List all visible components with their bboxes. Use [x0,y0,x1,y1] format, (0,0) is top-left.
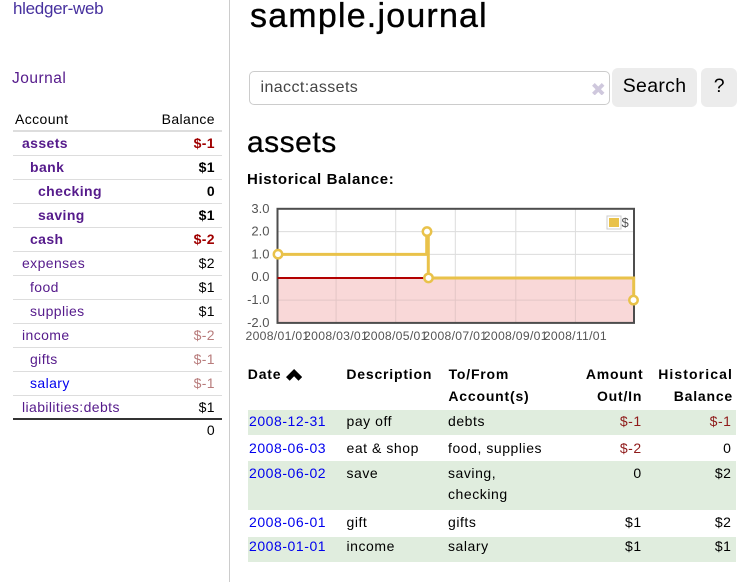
svg-text:2008/05/01: 2008/05/01 [364,329,428,343]
svg-text:-1.0: -1.0 [247,292,269,307]
svg-text:1.0: 1.0 [251,246,269,261]
svg-text:2008/09/01: 2008/09/01 [484,329,548,343]
svg-text:2.0: 2.0 [251,224,269,239]
svg-text:2008/01/01: 2008/01/01 [246,329,310,343]
svg-text:2008/03/01: 2008/03/01 [304,329,368,343]
svg-text:-2.0: -2.0 [247,315,269,330]
svg-text:2008/07/01: 2008/07/01 [423,329,487,343]
svg-text:2008/11/01: 2008/11/01 [544,329,607,343]
svg-text:0.0: 0.0 [251,269,269,284]
svg-text:$: $ [622,215,630,230]
svg-text:3.0: 3.0 [251,201,269,216]
